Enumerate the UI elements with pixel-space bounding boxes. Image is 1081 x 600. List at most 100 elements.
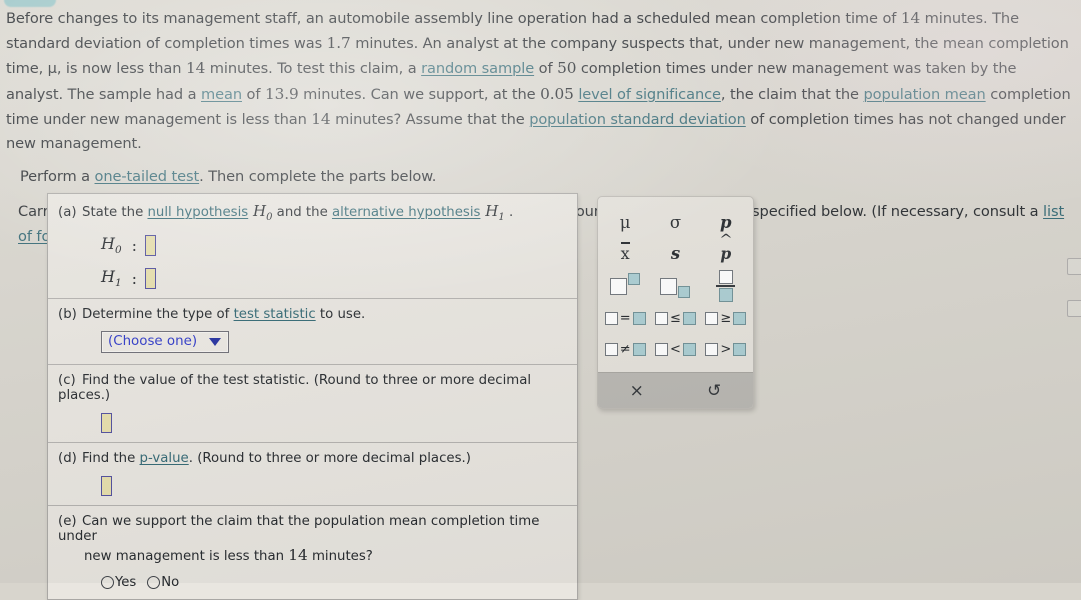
part-a-h0-symbol: H [252,202,267,220]
test-statistic-select[interactable]: (Choose one) [101,331,230,354]
inline-link[interactable]: random sample [421,60,534,77]
h1-input[interactable] [145,267,157,289]
equals-template-icon: = [604,311,646,326]
part-b-letter: (b) [58,307,77,323]
part-d-prompt: (d) Find the p-value. (Round to three or … [58,451,567,466]
inline-number: 14 [311,109,331,128]
x-bar-glyph: x [620,242,630,263]
s-glyph: s [670,244,681,263]
subscript-template-key[interactable] [650,269,700,303]
part-e: (e) Can we support the claim that the pop… [48,506,577,599]
x-bar-key[interactable]: x [600,238,650,269]
greater-than-key[interactable]: > [701,334,751,365]
text-run: Perform a [20,168,95,186]
text-run: minutes. Can we support, at the [298,85,541,103]
keypad-row-4: = ≤ ≥ [600,303,751,334]
sigma-key[interactable]: σ [650,207,700,238]
h1-row: H1 : [58,267,567,289]
subscript-template-icon [660,277,691,298]
p-hat-key[interactable]: p [701,238,751,269]
part-b-text-1: Determine the type of [82,307,234,323]
less-than-or-equal-template-icon: ≤ [655,311,696,326]
equals-key[interactable]: = [600,303,650,334]
problem-paragraph-1: Before changes to its management staff, … [6,6,1076,156]
greater-than-or-equal-key[interactable]: ≥ [701,303,751,334]
greater-than-template-icon: > [705,342,747,357]
part-d: (d) Find the p-value. (Round to three or … [48,443,577,507]
part-c-answer-row [58,413,567,434]
mu-glyph: μ [619,213,631,232]
text-run: , the claim that the [720,85,864,103]
alternative-hypothesis-link[interactable]: alternative hypothesis [332,205,480,220]
inline-link[interactable]: population standard deviation [529,111,746,128]
fraction-template-icon [716,269,736,303]
clear-icon[interactable]: × [598,381,676,401]
superscript-template-key[interactable] [600,269,650,303]
inline-number: 0.05 [540,84,574,103]
keypad-row-3 [600,269,751,303]
text-run: minutes. To test this claim, a [205,60,422,78]
text-run: of [534,60,558,78]
inline-link[interactable]: one-tailed test [95,168,200,185]
inline-number: 14 [900,9,921,27]
test-statistic-input[interactable] [101,413,112,434]
less-than-template-icon: < [655,342,696,357]
inline-link[interactable]: population mean [863,86,985,103]
part-c-letter: (c) [58,373,76,389]
text-run: , is now less than [56,60,186,78]
part-a-prompt: (a) State the null hypothesis H0 and the … [58,202,567,223]
null-hypothesis-link[interactable]: null hypothesis [147,205,248,220]
chevron-down-icon [209,337,222,346]
h0-input[interactable] [145,234,157,256]
parts-panel: (a) State the null hypothesis H0 and the … [47,193,578,600]
part-d-answer-row [58,476,567,497]
h0-colon: : [131,235,138,255]
keypad-row-5: ≠ < > [600,334,751,365]
h0-label: H0 [101,234,122,257]
inline-link[interactable]: mean [201,86,242,103]
part-b-prompt: (b) Determine the type of test statistic … [58,307,567,322]
s-key[interactable]: s [650,238,700,269]
greater-than-or-equal-template-icon: ≥ [705,311,747,326]
part-e-line2-before: new management is less than [84,549,289,565]
part-a-text-2: and the [272,205,332,220]
h1-label: H1 [101,267,122,290]
inline-link[interactable]: level of significance [578,86,721,103]
part-c-prompt: (c) Find the value of the test statistic.… [58,373,567,403]
less-than-key[interactable]: < [650,334,700,365]
part-d-text-1: Find the [82,451,140,467]
keypad-grid: μ σ p x s p = ≤ [598,197,753,372]
mu-key[interactable]: μ [600,207,650,238]
keypad-row-2: x s p [600,238,751,269]
part-d-letter: (d) [58,451,77,467]
part-e-line2-number: 14 [288,546,308,565]
part-d-text-2: . (Round to three or more decimal places… [188,451,471,467]
mu-symbol: μ [47,60,57,78]
part-e-letter: (e) [58,514,77,530]
not-equal-template-icon: ≠ [604,342,646,357]
part-a-h1-symbol: H [485,202,499,220]
undo-icon[interactable]: ↺ [676,381,754,401]
right-rail-icon-2[interactable] [1067,300,1081,317]
superscript-template-icon [610,272,641,295]
right-rail-icon-1[interactable] [1067,258,1081,275]
text-run: . Then complete the parts below. [199,168,437,186]
part-a: (a) State the null hypothesis H0 and the … [48,194,577,300]
text-run: of [242,85,265,103]
math-symbol-keypad: μ σ p x s p = ≤ [597,196,754,409]
fraction-template-key[interactable] [701,269,751,303]
p-value-input[interactable] [101,476,112,497]
inline-number: 13.9 [264,84,299,103]
p-glyph: p [720,213,732,232]
part-a-text-3: . [504,205,514,220]
part-c-text: Find the value of the test statistic. (R… [58,373,532,404]
test-statistic-link[interactable]: test statistic [234,307,316,322]
part-a-letter: (a) [58,205,77,220]
part-c: (c) Find the value of the test statistic.… [48,365,577,444]
h0-row: H0 : [58,234,567,256]
p-value-link[interactable]: p-value [140,451,189,466]
less-than-or-equal-key[interactable]: ≤ [650,303,700,334]
not-equal-key[interactable]: ≠ [600,334,650,365]
inline-number: 14 [185,59,206,78]
keypad-footer: × ↺ [598,372,753,408]
